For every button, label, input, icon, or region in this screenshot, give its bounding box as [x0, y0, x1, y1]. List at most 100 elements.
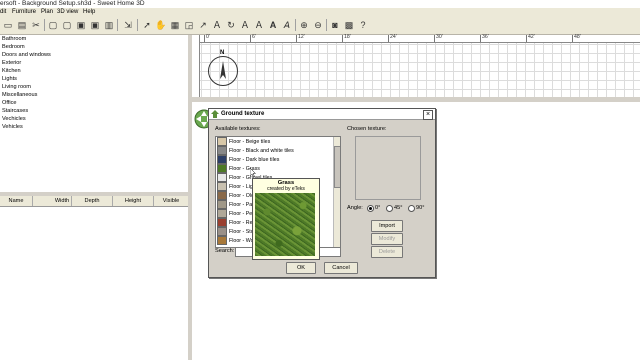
column-width[interactable]: Width — [33, 196, 72, 206]
add-text-icon[interactable]: Ａ — [211, 19, 223, 31]
angle-0-radio[interactable] — [367, 205, 374, 212]
rotate-icon[interactable]: ↻ — [225, 19, 237, 31]
pan-hand-icon[interactable]: ✋ — [155, 19, 167, 31]
angle-90-radio[interactable] — [408, 205, 415, 212]
create-photo-icon[interactable]: ◙ — [329, 19, 341, 31]
cancel-button[interactable]: Cancel — [324, 262, 358, 274]
column-depth[interactable]: Depth — [72, 196, 113, 206]
import-furniture-icon[interactable]: ⇲ — [122, 19, 134, 31]
catalog-category[interactable]: Vehicles — [2, 123, 23, 131]
furniture-table-header: Name Width Depth Height Visible — [0, 196, 189, 207]
texture-list-scrollbar[interactable] — [333, 137, 340, 247]
plan-view[interactable] — [192, 35, 640, 97]
modify-button[interactable]: Modify — [371, 233, 403, 245]
italic-icon[interactable]: 𝘈 — [281, 19, 293, 31]
menu-help[interactable]: Help — [83, 8, 95, 17]
select-arrow-icon[interactable]: ➚ — [141, 19, 153, 31]
catalog-category[interactable]: Living room — [2, 83, 31, 91]
furniture-table[interactable] — [0, 207, 188, 360]
zoom-out-icon[interactable]: ⊖ — [312, 19, 324, 31]
copy-icon[interactable]: ▣ — [75, 19, 87, 31]
open-icon[interactable]: ▤ — [16, 19, 28, 31]
angle-45-label: 45° — [394, 205, 403, 211]
catalog-category[interactable]: Kitchen — [2, 67, 21, 75]
menu-bar: dit Furniture Plan 3D view Help — [0, 8, 640, 17]
menu-plan[interactable]: Plan — [41, 8, 53, 17]
ruler-label: 6' — [252, 34, 256, 40]
new-home-icon[interactable]: ▭ — [2, 19, 14, 31]
texture-item[interactable]: Floor - Grass — [217, 164, 333, 173]
angle-45-radio[interactable] — [386, 205, 393, 212]
ruler-label: 12' — [298, 34, 305, 40]
catalog-category[interactable]: Bathroom — [2, 35, 26, 43]
texture-swatch — [217, 137, 227, 146]
ruler-label: 36' — [482, 34, 489, 40]
undo-icon[interactable]: ▢ — [47, 19, 59, 31]
column-height[interactable]: Height — [113, 196, 154, 206]
toolbar-separator — [295, 19, 296, 31]
create-rooms-icon[interactable]: ◲ — [183, 19, 195, 31]
create-video-icon[interactable]: ▩ — [343, 19, 355, 31]
catalog-category[interactable]: Doors and windows — [2, 51, 51, 59]
furniture-catalog-tree[interactable]: Bathroom Bedroom Doors and windows Exter… — [0, 35, 189, 192]
catalog-category[interactable]: Bedroom — [2, 43, 25, 51]
redo-icon[interactable]: ▢ — [61, 19, 73, 31]
texture-swatch — [217, 146, 227, 155]
scrollbar-thumb[interactable] — [334, 146, 340, 188]
text-style-icon[interactable]: Ａ — [239, 19, 251, 31]
texture-swatch — [217, 218, 227, 227]
compass-rose[interactable] — [208, 56, 238, 86]
delete-button[interactable]: Delete — [371, 246, 403, 258]
texture-item[interactable]: Floor - Dark blue tiles — [217, 155, 333, 164]
ruler-tick — [250, 35, 251, 42]
catalog-category[interactable]: Staircases — [2, 107, 28, 115]
texture-name: Floor - Old — [229, 192, 255, 199]
help-icon[interactable]: ? — [357, 19, 369, 31]
ruler-label: 48' — [574, 34, 581, 40]
texture-item[interactable]: Floor - Beige tiles — [217, 137, 333, 146]
texture-swatch — [217, 155, 227, 164]
column-name[interactable]: Name — [0, 196, 33, 206]
ruler-tick — [572, 35, 573, 42]
create-walls-icon[interactable]: ▦ — [169, 19, 181, 31]
ok-button[interactable]: OK — [286, 262, 316, 274]
paste-icon[interactable]: ▣ — [89, 19, 101, 31]
toolbar-separator — [44, 19, 45, 31]
ruler-tick — [342, 35, 343, 42]
column-visible[interactable]: Visible — [154, 196, 189, 206]
angle-label: Angle: — [347, 205, 363, 211]
menu-edit[interactable]: dit — [0, 8, 6, 17]
toolbar-separator — [326, 19, 327, 31]
menu-furniture[interactable]: Furniture — [12, 8, 36, 17]
catalog-category[interactable]: Vechicles — [2, 115, 26, 123]
add-furniture-icon[interactable]: ▥ — [103, 19, 115, 31]
close-icon[interactable]: × — [423, 110, 433, 120]
texture-name: Floor - Black and white tiles — [229, 147, 294, 154]
bold-icon[interactable]: 𝐀 — [267, 19, 279, 31]
plan-ruler-horizontal: 0' 6' 12' 18' 24' 30' 36' 42' 48' — [192, 34, 640, 43]
zoom-in-icon[interactable]: ⊕ — [298, 19, 310, 31]
cut-icon[interactable]: ✂ — [30, 19, 42, 31]
texture-swatch — [217, 164, 227, 173]
menu-3d-view[interactable]: 3D view — [57, 8, 78, 17]
texture-swatch — [217, 200, 227, 209]
ruler-label: 0' — [206, 34, 210, 40]
toolbar-separator — [137, 19, 138, 31]
ruler-label: 30' — [436, 34, 443, 40]
catalog-category[interactable]: Office — [2, 99, 17, 107]
mouse-pointer-icon — [250, 168, 256, 177]
tooltip-subtitle: created by eTeks — [267, 186, 305, 192]
text-size-icon[interactable]: Ａ — [253, 19, 265, 31]
texture-swatch — [217, 191, 227, 200]
catalog-category[interactable]: Exterior — [2, 59, 21, 67]
ruler-label: 18' — [344, 34, 351, 40]
catalog-category[interactable]: Lights — [2, 75, 17, 83]
create-dimensions-icon[interactable]: ↗ — [197, 19, 209, 31]
import-button[interactable]: Import — [371, 220, 403, 232]
texture-swatch — [217, 173, 227, 182]
texture-tooltip: Grass created by eTeks — [252, 178, 320, 260]
catalog-category[interactable]: Miscellaneous — [2, 91, 37, 99]
plan-ruler-vertical — [192, 35, 200, 97]
texture-item[interactable]: Floor - Black and white tiles — [217, 146, 333, 155]
ruler-tick — [204, 35, 205, 42]
